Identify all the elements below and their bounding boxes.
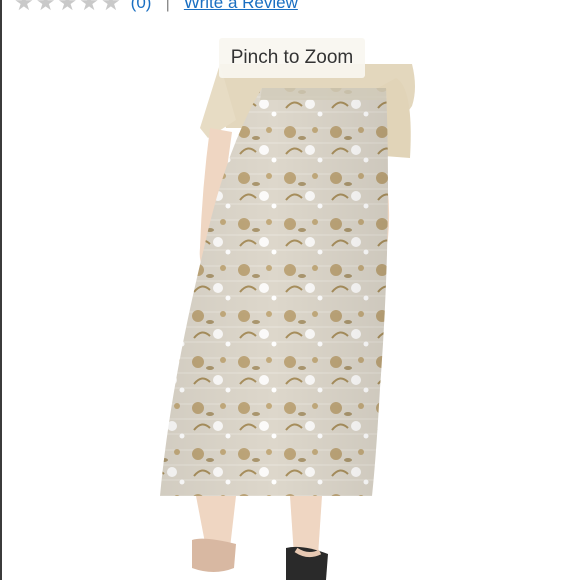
star-empty-icon: ★	[57, 0, 78, 15]
review-count-link[interactable]: (0)	[131, 0, 152, 15]
star-empty-icon: ★	[79, 0, 99, 15]
star-empty-icon: ★	[14, 0, 34, 15]
product-image[interactable]	[96, 28, 488, 580]
star-empty-icon: ★	[100, 0, 121, 15]
star-rating: ★ ★ ★ ★ ★	[14, 0, 121, 14]
reviews-row: ★ ★ ★ ★ ★ (0) | Write a Review	[14, 0, 298, 15]
pinch-to-zoom-hint: Pinch to Zoom	[219, 38, 365, 78]
left-edge-rule	[0, 0, 2, 580]
review-separator: |	[165, 0, 170, 12]
write-review-link[interactable]: Write a Review	[184, 0, 298, 15]
star-empty-icon: ★	[35, 0, 56, 15]
